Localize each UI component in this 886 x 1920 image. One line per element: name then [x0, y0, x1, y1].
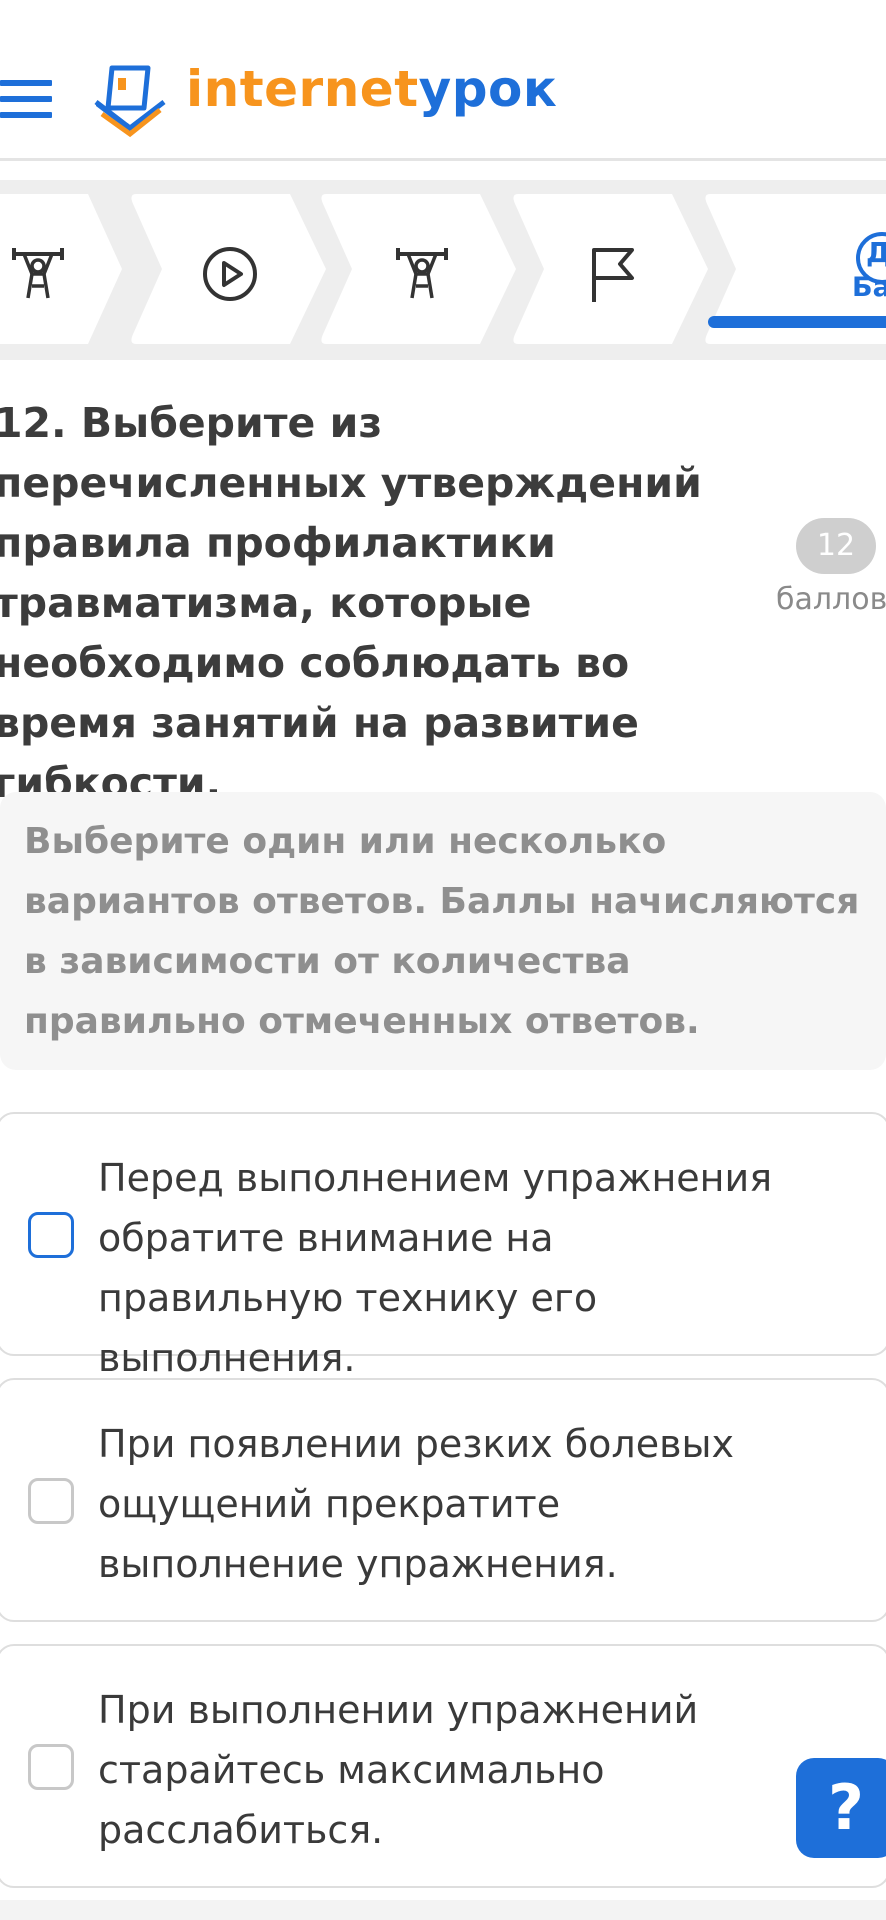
points-badge: 12 [796, 518, 876, 574]
page: internetурок Д Ба 12. Выберите из перечи… [0, 0, 886, 1920]
app-header: internetурок [0, 0, 886, 161]
answer-text-2: При появлении резких болевых ощущений пр… [98, 1422, 734, 1586]
instruction-text: Выберите один или несколько вариантов от… [24, 821, 860, 1042]
answer-text-3: При выполнении упражнений старайтесь мак… [98, 1688, 699, 1852]
weightlifter-icon [396, 248, 448, 299]
instruction-box: Выберите один или несколько вариантов от… [0, 792, 886, 1070]
header-divider [0, 158, 886, 161]
logo-book-icon[interactable] [90, 60, 170, 140]
logo-text-part2: урок [418, 60, 558, 118]
step-training-2[interactable] [320, 194, 520, 344]
step-training-1[interactable] [0, 194, 126, 344]
answer-checkbox-1[interactable] [28, 1212, 74, 1258]
play-circle-icon [203, 247, 257, 301]
weightlifter-icon [12, 248, 64, 299]
bottom-strip [0, 1900, 886, 1920]
lesson-stepper: Д Ба [0, 180, 886, 360]
answer-checkbox-3[interactable] [28, 1744, 74, 1790]
step-video[interactable] [130, 194, 330, 344]
answer-option-2[interactable]: При появлении резких болевых ощущений пр… [0, 1378, 886, 1622]
logo-text[interactable]: internetурок [186, 60, 557, 118]
active-step-indicator [708, 316, 886, 328]
answer-checkbox-2[interactable] [28, 1478, 74, 1524]
help-button[interactable]: ? [796, 1758, 886, 1858]
active-step-label: Ба [852, 272, 886, 303]
step-flag[interactable] [512, 194, 712, 344]
answer-text-1: Перед выполнением упражнения обратите вн… [98, 1156, 773, 1380]
logo-text-part1: internet [186, 60, 419, 118]
homework-icon-letter: Д [866, 236, 886, 269]
answer-option-1[interactable]: Перед выполнением упражнения обратите вн… [0, 1112, 886, 1380]
question-title: 12. Выберите из перечисленных утверждени… [0, 399, 702, 807]
answer-option-3[interactable]: При выполнении упражнений старайтесь мак… [0, 1644, 886, 1888]
flag-icon [592, 248, 634, 302]
hamburger-menu-icon[interactable] [0, 80, 52, 122]
points-label: баллов [776, 582, 886, 617]
